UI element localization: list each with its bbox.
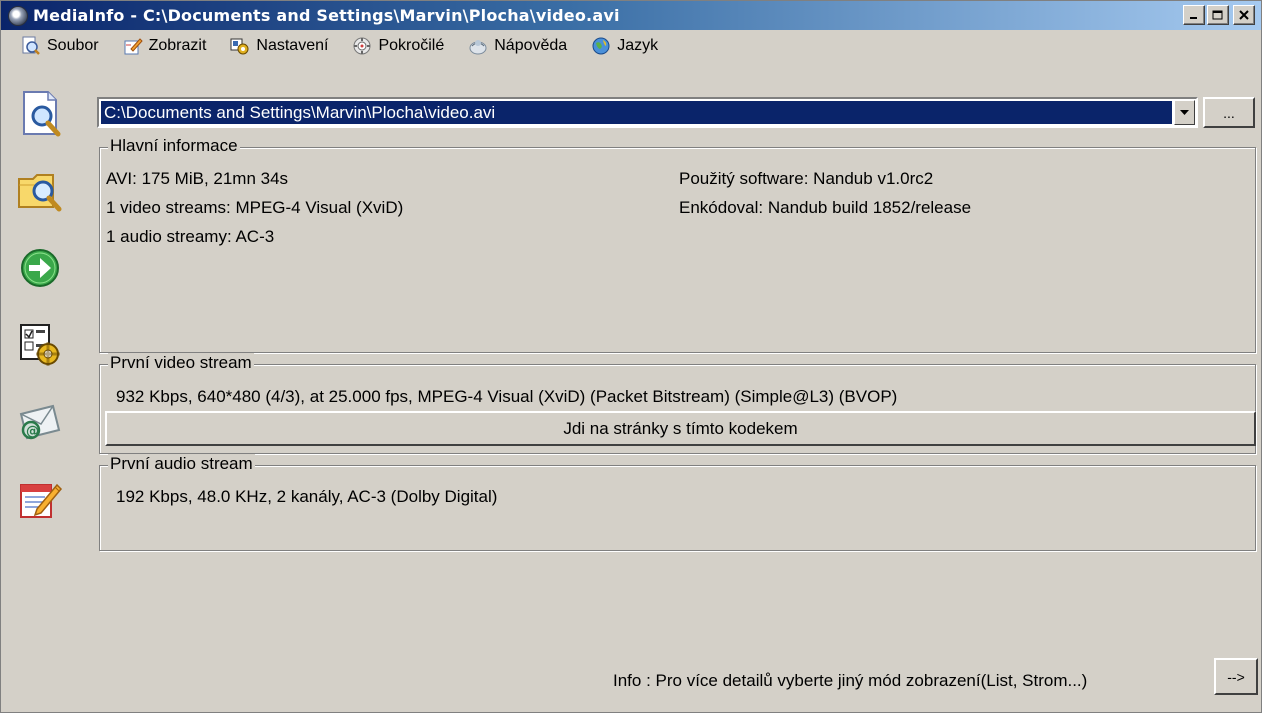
pencil-icon bbox=[123, 36, 143, 56]
advanced-icon bbox=[352, 36, 372, 56]
preferences-icon[interactable] bbox=[15, 320, 65, 370]
menu-nastaveni[interactable]: Nastavení bbox=[230, 36, 328, 56]
window-controls bbox=[1183, 5, 1255, 25]
chevron-down-icon bbox=[1179, 109, 1189, 115]
mediainfo-window: MediaInfo - C:\Documents and Settings\Ma… bbox=[0, 0, 1262, 713]
menu-bar: Soubor Zobrazit Nastavení Pokročilé Nápo… bbox=[1, 31, 1261, 61]
go-arrow-icon[interactable] bbox=[15, 243, 65, 293]
status-info-text: Info : Pro více detailů vyberte jiný mód… bbox=[613, 671, 1088, 690]
general-info-line: Použitý software: Nandub v1.0rc2 bbox=[679, 169, 934, 188]
email-icon[interactable]: @ bbox=[15, 397, 65, 447]
file-path-combobox[interactable]: C:\Documents and Settings\Marvin\Plocha\… bbox=[97, 97, 1198, 128]
svg-text:@: @ bbox=[26, 424, 39, 439]
audio-stream-info: 192 Kbps, 48.0 KHz, 2 kanály, AC-3 (Dolb… bbox=[116, 487, 498, 506]
general-info-line: 1 audio streamy: AC-3 bbox=[106, 227, 275, 246]
codec-website-button[interactable]: Jdi na stránky s tímto kodekem bbox=[105, 411, 1256, 446]
maximize-button[interactable] bbox=[1207, 5, 1229, 25]
open-file-icon[interactable] bbox=[15, 89, 65, 139]
notepad-icon[interactable] bbox=[15, 474, 65, 524]
minimize-icon bbox=[1190, 17, 1197, 19]
menu-label: Zobrazit bbox=[148, 37, 207, 54]
menu-label: Nápověda bbox=[494, 37, 568, 54]
video-stream-group: První video stream 932 Kbps, 640*480 (4/… bbox=[99, 353, 1256, 454]
file-search-icon bbox=[21, 36, 41, 56]
general-info-line: 1 video streams: MPEG-4 Visual (XviD) bbox=[106, 198, 404, 217]
close-icon bbox=[1238, 10, 1249, 20]
menu-pokrocile[interactable]: Pokročilé bbox=[352, 36, 444, 56]
combobox-dropdown-button[interactable] bbox=[1174, 100, 1195, 125]
close-button[interactable] bbox=[1233, 5, 1255, 25]
audio-stream-group: První audio stream 192 Kbps, 48.0 KHz, 2… bbox=[99, 454, 1256, 551]
help-icon bbox=[468, 36, 488, 56]
title-bar[interactable]: MediaInfo - C:\Documents and Settings\Ma… bbox=[1, 1, 1261, 30]
menu-label: Jazyk bbox=[617, 37, 659, 54]
menu-zobrazit[interactable]: Zobrazit bbox=[123, 36, 207, 56]
menu-napoveda[interactable]: Nápověda bbox=[468, 36, 567, 56]
window-title: MediaInfo - C:\Documents and Settings\Ma… bbox=[33, 6, 620, 25]
menu-label: Soubor bbox=[47, 37, 99, 54]
menu-jazyk[interactable]: Jazyk bbox=[591, 36, 658, 56]
general-info-line: AVI: 175 MiB, 21mn 34s bbox=[106, 169, 289, 188]
menu-soubor[interactable]: Soubor bbox=[21, 36, 99, 56]
next-view-button[interactable]: --> bbox=[1214, 658, 1258, 695]
video-stream-info: 932 Kbps, 640*480 (4/3), at 25.000 fps, … bbox=[116, 387, 898, 406]
open-folder-icon[interactable] bbox=[15, 166, 65, 216]
group-title: První audio stream bbox=[108, 454, 255, 474]
general-info-line: Enkódoval: Nandub build 1852/release bbox=[679, 198, 972, 217]
group-title: Hlavní informace bbox=[108, 136, 240, 156]
file-path-value[interactable]: C:\Documents and Settings\Marvin\Plocha\… bbox=[101, 101, 1172, 124]
menu-label: Nastavení bbox=[256, 37, 329, 54]
settings-icon bbox=[230, 36, 250, 56]
mediainfo-app-icon bbox=[8, 5, 28, 26]
menu-label: Pokročilé bbox=[378, 37, 445, 54]
group-title: První video stream bbox=[108, 353, 254, 373]
left-toolbar: @ bbox=[15, 89, 77, 551]
minimize-button[interactable] bbox=[1183, 5, 1205, 25]
browse-button[interactable]: ... bbox=[1203, 97, 1255, 128]
general-info-group: Hlavní informace AVI: 175 MiB, 21mn 34s … bbox=[99, 136, 1256, 353]
maximize-icon bbox=[1212, 10, 1223, 19]
globe-icon bbox=[591, 36, 611, 56]
